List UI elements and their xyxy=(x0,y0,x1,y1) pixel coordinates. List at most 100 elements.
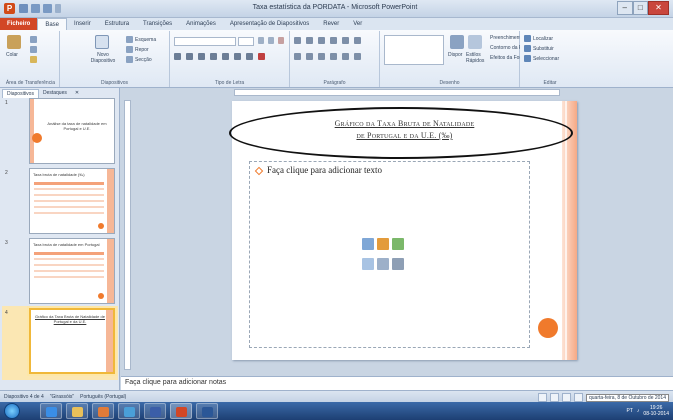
layout-button[interactable]: Esquema xyxy=(126,36,156,43)
quick-styles-icon[interactable] xyxy=(468,35,482,49)
volume-icon[interactable]: ♪ xyxy=(637,408,640,414)
font-size-field[interactable] xyxy=(238,37,254,46)
find-button[interactable]: Localizar xyxy=(524,35,553,42)
shape-effects-button[interactable]: Efeitos da Forma xyxy=(490,55,520,61)
shape-outline-button[interactable]: Contorno da Forma xyxy=(490,45,520,51)
normal-view-icon[interactable] xyxy=(538,393,547,402)
select-button[interactable]: Seleccionar xyxy=(524,55,559,62)
line-spacing-icon[interactable] xyxy=(342,37,349,44)
undo-icon[interactable] xyxy=(31,4,40,13)
font-name-field[interactable] xyxy=(174,37,236,46)
change-case-icon[interactable] xyxy=(246,53,253,60)
content-placeholder[interactable]: Faça clique para adicionar texto xyxy=(249,161,530,348)
reset-button[interactable]: Repor xyxy=(126,46,149,53)
shadow-icon[interactable] xyxy=(222,53,229,60)
save-icon[interactable] xyxy=(19,4,28,13)
slide-title[interactable]: Gráfico da Taxa Bruta de Natalidade de P… xyxy=(272,118,537,142)
format-painter-icon[interactable] xyxy=(30,56,37,63)
tab-design[interactable]: Estrutura xyxy=(98,18,136,30)
align-left-icon[interactable] xyxy=(294,53,301,60)
tab-insert[interactable]: Inserir xyxy=(67,18,98,30)
font-color-icon[interactable] xyxy=(258,53,265,60)
paste-label[interactable]: Colar xyxy=(6,52,18,58)
tab-animations[interactable]: Animações xyxy=(179,18,223,30)
insert-smartart-icon[interactable] xyxy=(392,238,404,250)
tab-file[interactable]: Ficheiro xyxy=(0,18,38,30)
arrange-icon[interactable] xyxy=(450,35,464,49)
replace-button[interactable]: Substituir xyxy=(524,45,554,52)
italic-icon[interactable] xyxy=(186,53,193,60)
insert-picture-icon[interactable] xyxy=(362,257,374,270)
notes-pane[interactable]: Faça clique para adicionar notas xyxy=(121,376,673,390)
reading-view-icon[interactable] xyxy=(562,393,571,402)
minimize-button[interactable]: – xyxy=(617,1,633,15)
text-direction-icon[interactable] xyxy=(354,37,361,44)
insert-table-icon[interactable] xyxy=(362,238,374,250)
shape-fill-button[interactable]: Preenchimento da Forma xyxy=(490,35,520,41)
insert-clipart-icon[interactable] xyxy=(377,257,389,270)
paste-icon[interactable] xyxy=(7,35,21,49)
tab-review[interactable]: Rever xyxy=(316,18,346,30)
shapes-gallery[interactable] xyxy=(384,35,444,65)
insert-media-icon[interactable] xyxy=(392,257,404,270)
close-panel-icon[interactable]: ✕ xyxy=(71,89,83,98)
new-slide-icon[interactable] xyxy=(95,35,109,49)
justify-icon[interactable] xyxy=(330,53,337,60)
thumb-table-header xyxy=(34,182,104,185)
taskbar-media[interactable] xyxy=(92,403,114,419)
align-right-icon[interactable] xyxy=(318,53,325,60)
current-slide[interactable]: Gráfico da Taxa Bruta de Natalidade de P… xyxy=(229,101,577,360)
content-placeholder-text[interactable]: Faça clique para adicionar texto xyxy=(267,165,382,175)
quick-styles-label[interactable]: Estilos Rápidos xyxy=(466,52,488,64)
tab-home[interactable]: Base xyxy=(37,17,68,31)
columns-icon[interactable] xyxy=(342,53,349,60)
tab-transitions[interactable]: Transições xyxy=(136,18,179,30)
powerpoint-app-icon[interactable]: P xyxy=(4,3,15,14)
insert-chart-icon[interactable] xyxy=(377,238,389,250)
language-status[interactable]: Português (Portugal) xyxy=(80,394,126,400)
maximize-button[interactable]: □ xyxy=(632,1,649,15)
bold-icon[interactable] xyxy=(174,53,181,60)
numbering-icon[interactable] xyxy=(306,37,313,44)
tab-slideshow[interactable]: Apresentação de Diapositivos xyxy=(223,18,316,30)
taskbar-explorer[interactable] xyxy=(66,403,88,419)
slide-thumbnail-2[interactable]: Taxa bruta de natalidade (‰) xyxy=(29,168,115,234)
slideshow-view-icon[interactable] xyxy=(574,393,583,402)
bullets-icon[interactable] xyxy=(294,37,301,44)
section-button[interactable]: Secção xyxy=(126,56,152,63)
close-button[interactable]: ✕ xyxy=(648,1,669,15)
copy-icon[interactable] xyxy=(30,46,37,53)
status-left: Diapositivo 4 de 4 "Girassóis" Português… xyxy=(4,394,126,400)
slide-thumbnail-4[interactable]: Gráfico da Taxa Bruta de Natalidade de P… xyxy=(29,308,115,374)
taskbar-app-2[interactable] xyxy=(144,403,166,419)
taskbar-ie[interactable] xyxy=(40,403,62,419)
tab-slides[interactable]: Diapositivos xyxy=(2,89,39,98)
decrease-indent-icon[interactable] xyxy=(318,37,325,44)
tab-outline[interactable]: Destaques xyxy=(39,89,71,98)
taskbar-word[interactable] xyxy=(196,403,218,419)
shrink-font-icon[interactable] xyxy=(268,37,274,44)
clear-format-icon[interactable] xyxy=(278,37,284,44)
language-indicator[interactable]: PT xyxy=(627,408,633,414)
notes-placeholder[interactable]: Faça clique para adicionar notas xyxy=(125,379,226,386)
redo-icon[interactable] xyxy=(43,4,52,13)
slide-thumbnail-3[interactable]: Taxa bruta de natalidade em Portugal xyxy=(29,238,115,304)
slide-thumbnail-1[interactable]: Análise da taxa de natalidade em Portuga… xyxy=(29,98,115,164)
clock[interactable]: 19:26 08-10-2014 xyxy=(643,405,669,417)
arrange-label[interactable]: Dispor xyxy=(448,52,462,58)
underline-icon[interactable] xyxy=(198,53,205,60)
grow-font-icon[interactable] xyxy=(258,37,264,44)
new-slide-label[interactable]: Novo Diapositivo xyxy=(86,52,120,64)
customize-quick-access-icon[interactable] xyxy=(55,4,61,13)
char-spacing-icon[interactable] xyxy=(234,53,241,60)
taskbar-app[interactable] xyxy=(118,403,140,419)
slide-sorter-icon[interactable] xyxy=(550,393,559,402)
smartart-icon[interactable] xyxy=(354,53,361,60)
taskbar-powerpoint[interactable] xyxy=(170,403,192,419)
increase-indent-icon[interactable] xyxy=(330,37,337,44)
strikethrough-icon[interactable] xyxy=(210,53,217,60)
align-center-icon[interactable] xyxy=(306,53,313,60)
tab-view[interactable]: Ver xyxy=(346,18,369,30)
cut-icon[interactable] xyxy=(30,36,37,43)
start-button[interactable] xyxy=(4,403,20,419)
